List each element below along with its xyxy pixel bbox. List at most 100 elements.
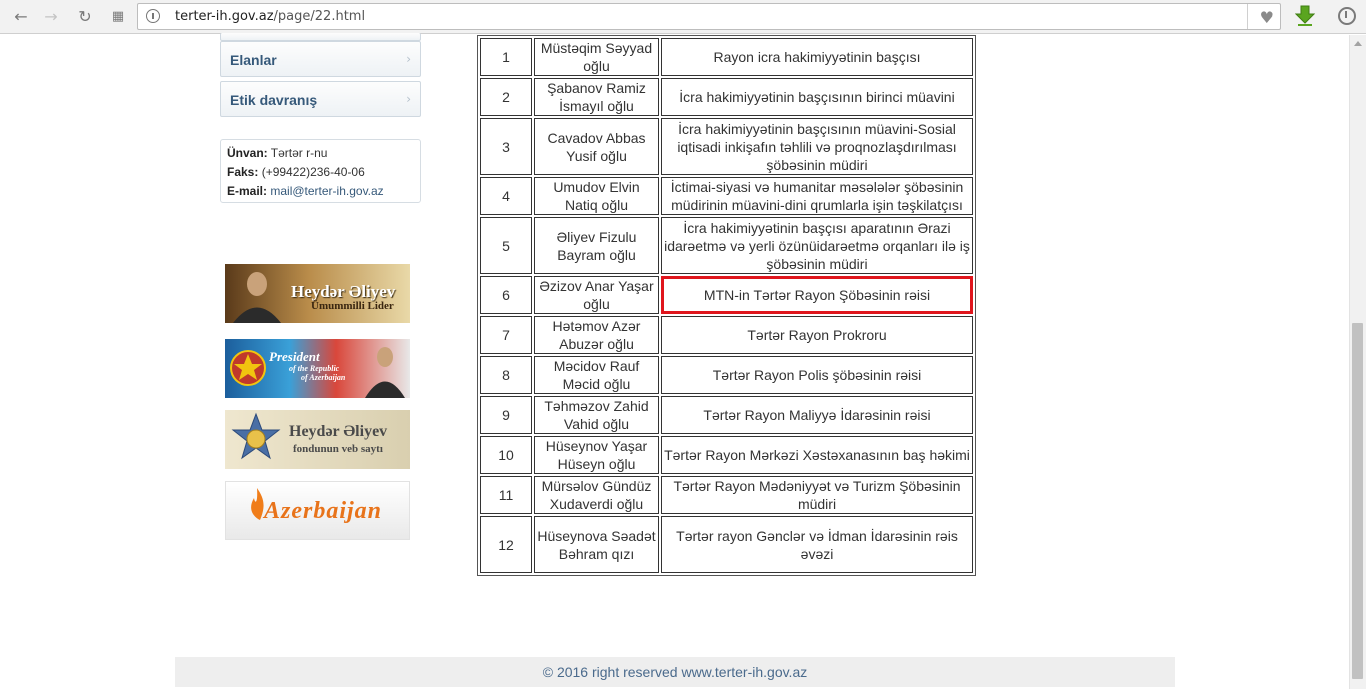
fax-label: Faks: xyxy=(227,165,259,179)
table-row: 2 Şabanov Ramiz İsmayıl oğlu İcra hakimiyy… xyxy=(480,78,973,116)
forward-arrow-icon[interactable]: → xyxy=(40,6,62,28)
banner-title: Azerbaijan xyxy=(264,498,383,524)
table-row: 12 Hüseynova Səadət Bəhram qızı Tərtər ray… xyxy=(480,516,973,573)
banner-title: Heydər Əliyev xyxy=(291,282,396,301)
row-number: 5 xyxy=(480,217,532,274)
table-row: 6 Əzizov Anar Yaşar oğlu MTN-in Tərtər Ray… xyxy=(480,276,973,314)
foundation-emblem-icon xyxy=(231,412,281,460)
sidebar-item-etik-davranis[interactable]: Etik davranış › xyxy=(220,81,421,117)
banner-line2: of the Republic xyxy=(289,364,340,373)
portrait-image xyxy=(365,347,405,398)
official-position: Tərtər Rayon Polis şöbəsinin rəisi xyxy=(661,356,973,394)
chevron-right-icon: › xyxy=(406,92,411,106)
officials-table-container: 1 Müstəqim Səyyad oğlu Rayon icra hakimiyy… xyxy=(477,35,976,576)
official-name: Təhməzov Zahid Vahid oğlu xyxy=(534,396,659,434)
banner-heydar-aliyev-leader[interactable]: Heydər Əliyev Ümummilli Lider xyxy=(225,264,410,323)
row-number: 8 xyxy=(480,356,532,394)
official-position: İcra hakimiyyətinin başçısı aparatının Ə… xyxy=(661,217,973,274)
official-position: Tərtər Rayon Mədəniyyət və Turizm Şöbəsi… xyxy=(661,476,973,514)
official-name: Əzizov Anar Yaşar oğlu xyxy=(534,276,659,314)
officials-table: 1 Müstəqim Səyyad oğlu Rayon icra hakimiyy… xyxy=(477,35,976,576)
official-position: İctimai-siyasi və humanitar məsələlər şö… xyxy=(661,177,973,215)
back-arrow-icon[interactable]: ← xyxy=(10,6,32,28)
power-menu-icon[interactable] xyxy=(1338,7,1356,25)
table-row: 10 Hüseynov Yaşar Hüseyn oğlu Tərtər Rayon… xyxy=(480,436,973,474)
page-scrollbar[interactable] xyxy=(1349,35,1366,689)
official-position: İcra hakimiyyətinin başçısının müavini-S… xyxy=(661,118,973,175)
official-name: Əliyev Fizulu Bayram oğlu xyxy=(534,217,659,274)
banner-azerbaijan[interactable]: Azerbaijan xyxy=(225,481,410,540)
row-number: 11 xyxy=(480,476,532,514)
chevron-right-icon: › xyxy=(406,52,411,66)
row-number: 10 xyxy=(480,436,532,474)
row-number: 3 xyxy=(480,118,532,175)
address-value: Tərtər r-nu xyxy=(270,146,328,160)
site-info-icon[interactable] xyxy=(146,9,160,23)
table-row: 4 Umudov Elvin Natiq oğlu İctimai-siyasi v… xyxy=(480,177,973,215)
sidebar-item-label: Elanlar xyxy=(230,52,277,68)
url-host: terter-ih.gov.az xyxy=(175,9,274,24)
row-number: 9 xyxy=(480,396,532,434)
contact-fax: Faks: (+99422)236-40-06 xyxy=(227,163,414,182)
banner-subtitle: fondunun veb saytı xyxy=(293,443,383,455)
official-name: Məcidov Rauf Məcid oğlu xyxy=(534,356,659,394)
row-number: 6 xyxy=(480,276,532,314)
official-name: Mürsəlov Gündüz Xudaverdi oğlu xyxy=(534,476,659,514)
row-number: 2 xyxy=(480,78,532,116)
emblem-icon xyxy=(230,350,266,386)
row-number: 4 xyxy=(480,177,532,215)
official-name: Hüseynova Səadət Bəhram qızı xyxy=(534,516,659,573)
table-row: 11 Mürsəlov Gündüz Xudaverdi oğlu Tərtər R… xyxy=(480,476,973,514)
download-arrow-icon[interactable] xyxy=(1295,5,1315,27)
official-position: Tərtər Rayon Maliyyə İdarəsinin rəisi xyxy=(661,396,973,434)
banner-line3: of Azerbaijan xyxy=(301,373,346,382)
official-name: Hətəmov Azər Abuzər oğlu xyxy=(534,316,659,354)
official-position: MTN-in Tərtər Rayon Şöbəsinin rəisi xyxy=(661,276,973,314)
contact-box: Ünvan: Tərtər r-nu Faks: (+99422)236-40-… xyxy=(220,139,421,203)
banner-heydar-aliyev-foundation[interactable]: Heydər Əliyev fondunun veb saytı xyxy=(225,410,410,469)
official-position: Rayon icra hakimiyyətinin başçısı xyxy=(661,38,973,76)
address-bar[interactable]: terter-ih.gov.az/page/22.html ♥ xyxy=(137,3,1281,30)
official-position: Tərtər Rayon Prokroru xyxy=(661,316,973,354)
footer-copyright: © 2016 right reserved www.terter-ih.gov.… xyxy=(542,664,808,680)
contact-email: E-mail: mail@terter-ih.gov.az xyxy=(227,182,414,201)
page-footer: © 2016 right reserved www.terter-ih.gov.… xyxy=(175,657,1175,687)
banner-title: Heydər Əliyev xyxy=(289,423,388,440)
official-name: Cavadov Abbas Yusif oğlu xyxy=(534,118,659,175)
scrollbar-thumb[interactable] xyxy=(1352,323,1363,679)
table-row: 8 Məcidov Rauf Məcid oğlu Tərtər Rayon Pol… xyxy=(480,356,973,394)
address-label: Ünvan: xyxy=(227,146,268,160)
reload-icon[interactable]: ↻ xyxy=(74,6,96,28)
bookmark-heart-icon[interactable]: ♥ xyxy=(1260,8,1274,27)
contact-address: Ünvan: Tərtər r-nu xyxy=(227,144,414,163)
portrait-image xyxy=(233,272,281,323)
omnibox-divider xyxy=(1247,4,1248,29)
table-row: 5 Əliyev Fizulu Bayram oğlu İcra hakimiyyə… xyxy=(480,217,973,274)
apps-grid-icon[interactable]: ▦ xyxy=(107,6,129,28)
row-number: 1 xyxy=(480,38,532,76)
official-position: İcra hakimiyyətinin başçısının birinci m… xyxy=(661,78,973,116)
official-position: Tərtər rayon Gənclər və İdman İdarəsinin… xyxy=(661,516,973,573)
url-path: /page/22.html xyxy=(273,9,366,24)
table-row: 7 Hətəmov Azər Abuzər oğlu Tərtər Rayon Pr… xyxy=(480,316,973,354)
sidebar-item-label: Etik davranış xyxy=(230,92,318,108)
scroll-up-arrow-icon[interactable] xyxy=(1354,41,1362,46)
sidebar-item-elanlar[interactable]: Elanlar › xyxy=(220,41,421,77)
official-name: Umudov Elvin Natiq oğlu xyxy=(534,177,659,215)
fax-value: (+99422)236-40-06 xyxy=(261,165,365,179)
sidebar-item-cutoff xyxy=(220,33,421,41)
address-url[interactable]: terter-ih.gov.az/page/22.html xyxy=(175,9,365,24)
email-label: E-mail: xyxy=(227,184,268,198)
browser-toolbar: ← → ↻ ▦ terter-ih.gov.az/page/22.html ♥ xyxy=(0,0,1366,34)
table-row: 9 Təhməzov Zahid Vahid oğlu Tərtər Rayon M… xyxy=(480,396,973,434)
table-row: 1 Müstəqim Səyyad oğlu Rayon icra hakimiyy… xyxy=(480,38,973,76)
official-name: Şabanov Ramiz İsmayıl oğlu xyxy=(534,78,659,116)
official-position: Tərtər Rayon Mərkəzi Xəstəxanasının baş … xyxy=(661,436,973,474)
email-link[interactable]: mail@terter-ih.gov.az xyxy=(270,184,383,198)
row-number: 12 xyxy=(480,516,532,573)
banner-subtitle: Ümummilli Lider xyxy=(311,300,394,312)
table-row: 3 Cavadov Abbas Yusif oğlu İcra hakimiyyət… xyxy=(480,118,973,175)
row-number: 7 xyxy=(480,316,532,354)
banner-president-azerbaijan[interactable]: President of the Republic of Azerbaijan xyxy=(225,339,410,398)
official-name: Müstəqim Səyyad oğlu xyxy=(534,38,659,76)
